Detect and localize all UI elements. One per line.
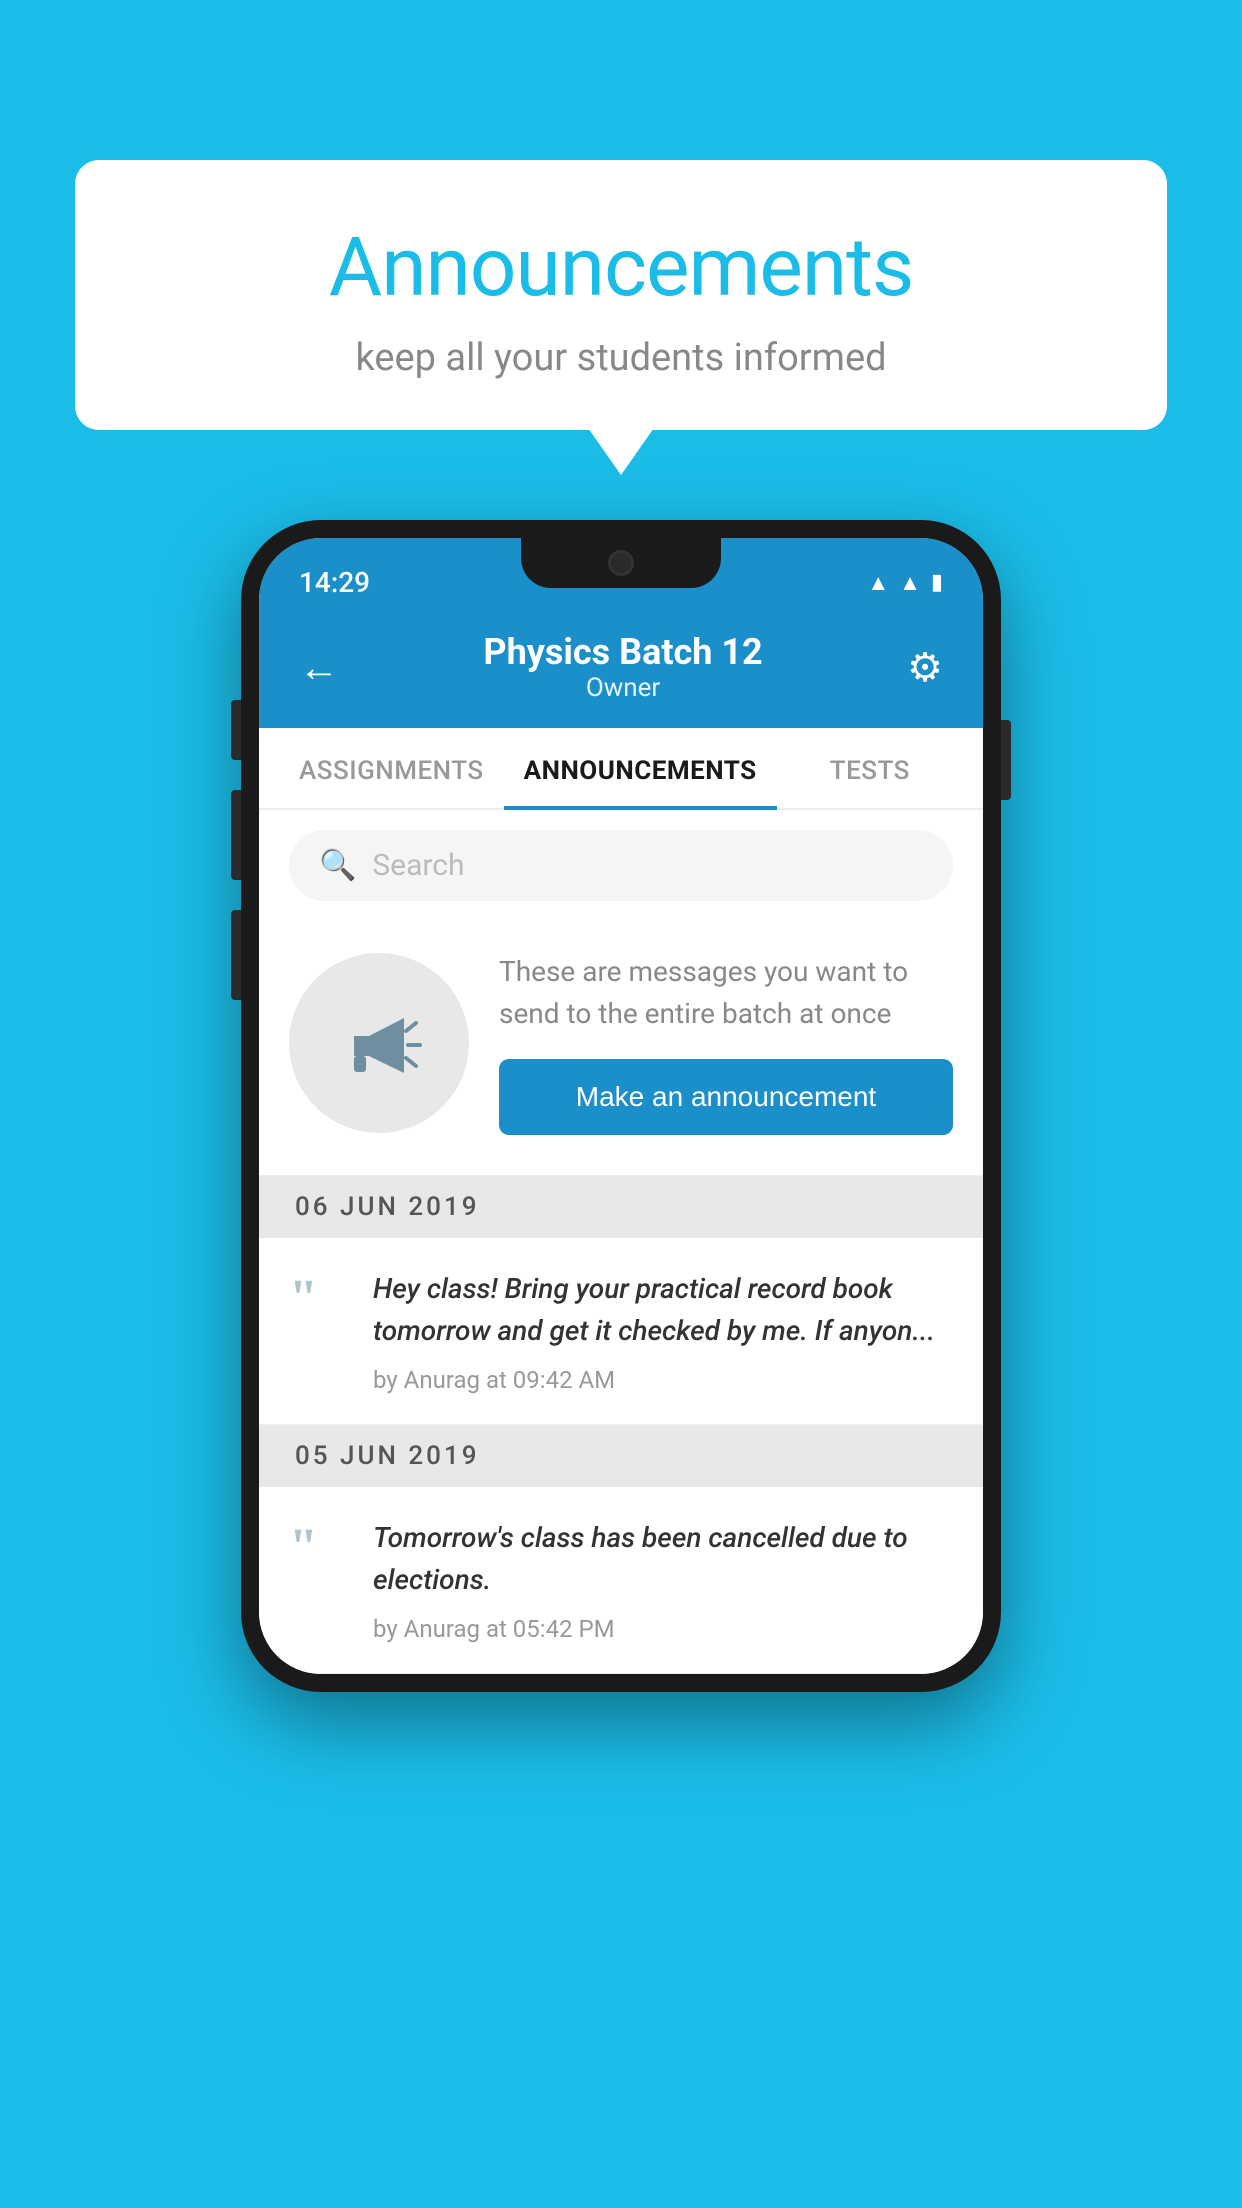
wifi-icon: ▲ xyxy=(867,570,889,596)
announcement-item-2[interactable]: " Tomorrow's class has been cancelled du… xyxy=(259,1487,983,1674)
front-camera xyxy=(608,550,634,576)
status-time: 14:29 xyxy=(299,566,370,599)
app-bar-subtitle: Owner xyxy=(483,673,762,703)
app-bar-title: Physics Batch 12 xyxy=(483,631,762,673)
announcement-content-2: Tomorrow's class has been cancelled due … xyxy=(373,1517,953,1643)
announcement-text-2: Tomorrow's class has been cancelled due … xyxy=(373,1517,953,1601)
date-divider-1: 06 JUN 2019 xyxy=(259,1176,983,1238)
announcement-icon-circle xyxy=(289,953,469,1133)
app-bar-title-group: Physics Batch 12 Owner xyxy=(483,631,762,703)
speech-bubble-title: Announcements xyxy=(135,220,1107,316)
quote-icon-2: " xyxy=(289,1522,349,1643)
back-button[interactable]: ← xyxy=(299,644,339,691)
phone-mockup: 14:29 ▲ ▲ ▮ ← Physics Batch 12 Owner ⚙ xyxy=(241,520,1001,1692)
phone-screen: 14:29 ▲ ▲ ▮ ← Physics Batch 12 Owner ⚙ xyxy=(259,538,983,1674)
date-text-1: 06 JUN 2019 xyxy=(295,1192,480,1222)
promo-description: These are messages you want to send to t… xyxy=(499,951,953,1035)
tab-tests[interactable]: TESTS xyxy=(777,728,963,808)
battery-icon: ▮ xyxy=(931,570,943,595)
volume-down-button xyxy=(231,910,241,1000)
phone-notch xyxy=(521,538,721,588)
announcement-meta-2: by Anurag at 05:42 PM xyxy=(373,1615,953,1643)
search-bar[interactable]: 🔍 Search xyxy=(289,830,953,901)
announcement-text-1: Hey class! Bring your practical record b… xyxy=(373,1268,953,1352)
status-icons: ▲ ▲ ▮ xyxy=(867,570,943,596)
tab-assignments[interactable]: ASSIGNMENTS xyxy=(279,728,504,808)
volume-up-button xyxy=(231,790,241,880)
announcement-meta-1: by Anurag at 09:42 AM xyxy=(373,1366,953,1394)
search-placeholder: Search xyxy=(372,848,464,883)
date-divider-2: 05 JUN 2019 xyxy=(259,1425,983,1487)
app-bar: ← Physics Batch 12 Owner ⚙ xyxy=(259,611,983,728)
speech-bubble-section: Announcements keep all your students inf… xyxy=(75,160,1167,430)
power-button xyxy=(1001,720,1011,800)
search-container: 🔍 Search xyxy=(259,810,983,921)
settings-button[interactable]: ⚙ xyxy=(907,644,943,691)
quote-icon-1: " xyxy=(289,1273,349,1394)
signal-icon: ▲ xyxy=(899,570,921,596)
date-text-2: 05 JUN 2019 xyxy=(295,1441,480,1471)
tabs-bar: ASSIGNMENTS ANNOUNCEMENTS TESTS xyxy=(259,728,983,810)
mute-button xyxy=(231,700,241,760)
speech-bubble-subtitle: keep all your students informed xyxy=(135,336,1107,380)
make-announcement-button[interactable]: Make an announcement xyxy=(499,1059,953,1135)
tab-announcements[interactable]: ANNOUNCEMENTS xyxy=(504,728,777,808)
speech-bubble-card: Announcements keep all your students inf… xyxy=(75,160,1167,430)
announcement-item-1[interactable]: " Hey class! Bring your practical record… xyxy=(259,1238,983,1425)
promo-content: These are messages you want to send to t… xyxy=(499,951,953,1135)
search-icon: 🔍 xyxy=(319,848,356,883)
promo-section: These are messages you want to send to t… xyxy=(259,921,983,1176)
phone-outer: 14:29 ▲ ▲ ▮ ← Physics Batch 12 Owner ⚙ xyxy=(241,520,1001,1692)
announcement-content-1: Hey class! Bring your practical record b… xyxy=(373,1268,953,1394)
